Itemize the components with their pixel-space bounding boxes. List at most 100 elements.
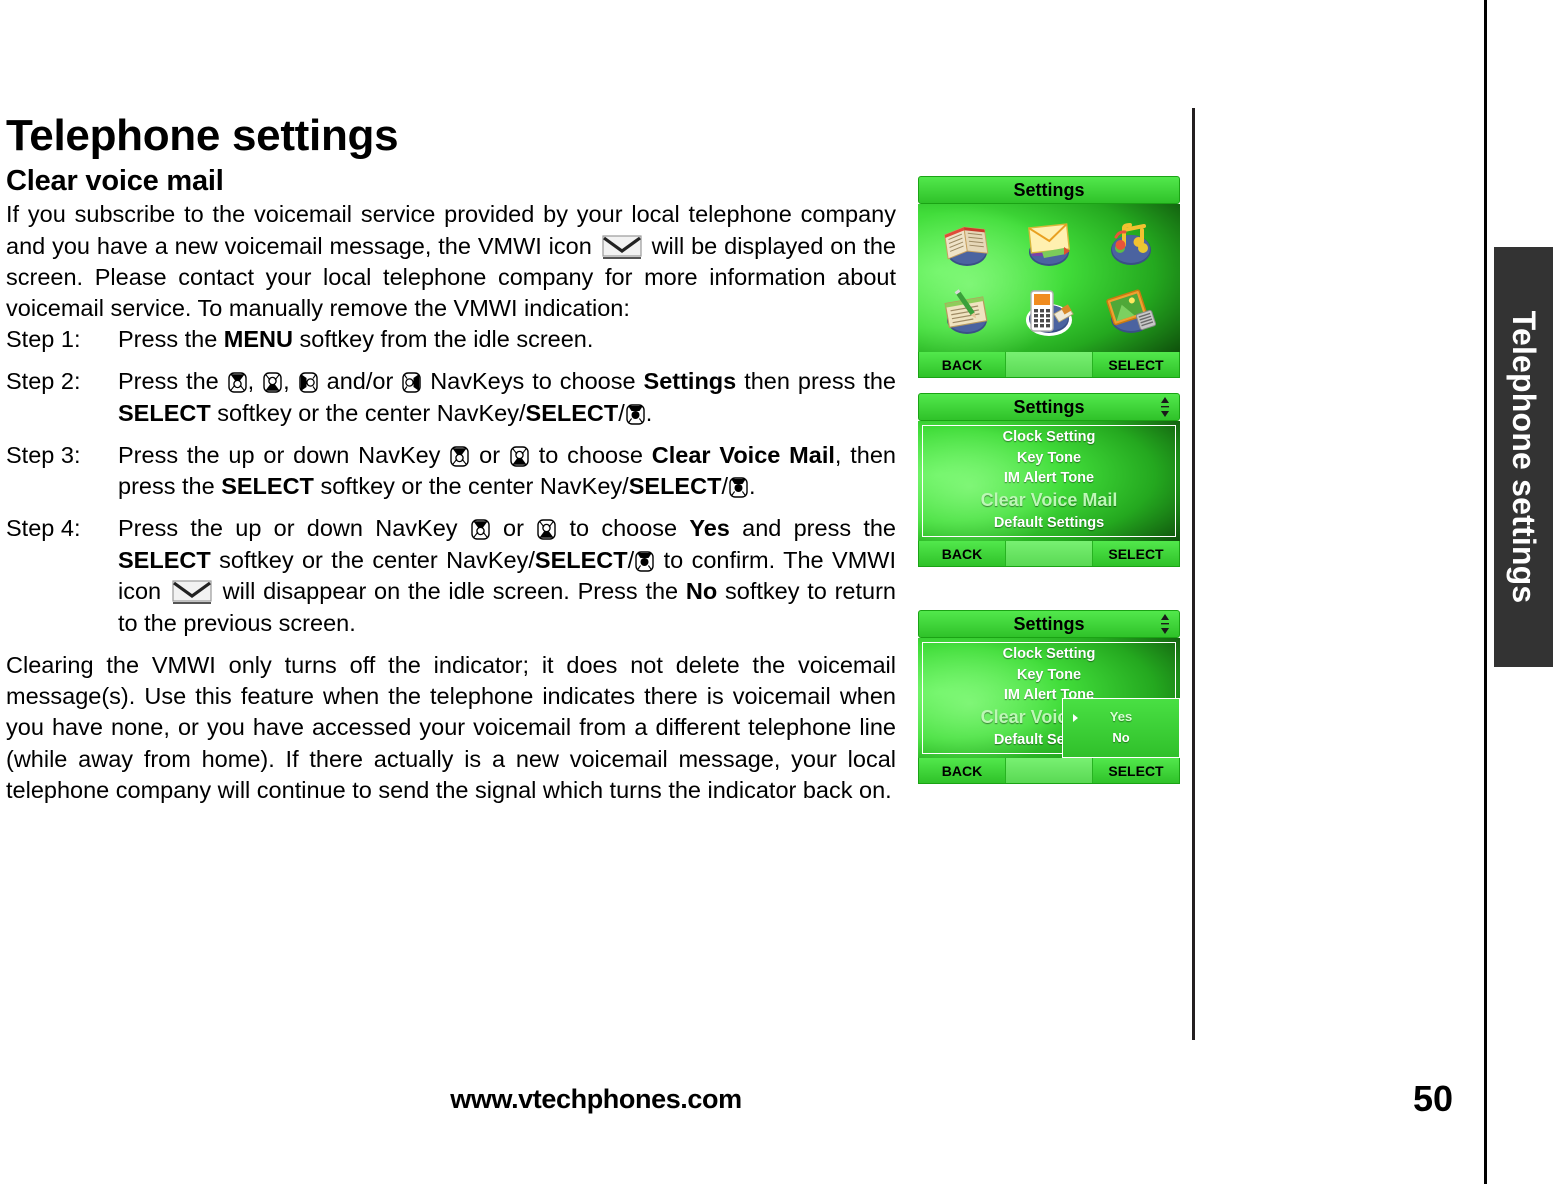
step3-bold-select-2: SELECT (628, 473, 722, 500)
step2-sep-1: , (247, 368, 263, 395)
menu-icon-ringtones[interactable] (1090, 210, 1172, 278)
closing-paragraph: Clearing the VMWI only turns off the ind… (6, 651, 896, 803)
step2-sep-2: , (283, 368, 298, 395)
softkey-back[interactable]: BACK (919, 352, 1005, 377)
list-item[interactable]: IM Alert Tone (1004, 469, 1094, 488)
step2-text-4: then press the (736, 368, 896, 395)
softkey-back[interactable]: BACK (919, 541, 1005, 566)
screen2-menu-list: Clock Setting Key Tone IM Alert Tone Cle… (922, 425, 1176, 537)
list-item[interactable]: Clock Setting (1003, 645, 1096, 664)
phone-screen-confirm-yes-no: Settings Clock Setting Key Tone IM Alert… (918, 610, 1180, 817)
step2-text-5: softkey or the center NavKey/ (210, 399, 526, 426)
step4-text-1: Press the up or down NavKey (118, 515, 470, 541)
step3-bold-clear-voice-mail: Clear Voice Mail (651, 441, 835, 468)
navkey-up-icon (450, 445, 469, 467)
screen2-body: Clock Setting Key Tone IM Alert Tone Cle… (918, 421, 1180, 541)
softkey-select[interactable]: SELECT (1093, 758, 1179, 783)
navkey-center-icon (729, 477, 748, 498)
footer-url: www.vtechphones.com (450, 1084, 742, 1114)
menu-icon-notepad[interactable] (926, 278, 1008, 346)
navkey-right-icon (402, 372, 421, 393)
softkey-back[interactable]: BACK (919, 758, 1005, 783)
steps-list: Step 1: Press the MENU softkey from the … (6, 324, 896, 639)
step2-text-2: and/or (318, 368, 402, 395)
column-divider-rule (1192, 108, 1195, 1040)
step4-bold-yes: Yes (689, 515, 730, 541)
step1-bold-menu: MENU (223, 326, 293, 353)
step-item: Step 1: Press the MENU softkey from the … (6, 324, 896, 356)
scroll-updown-icon (1160, 614, 1170, 634)
navkey-center-icon (626, 404, 645, 425)
screen2-softkeys: BACK SELECT (918, 541, 1180, 567)
side-tab-label: Telephone settings (1506, 310, 1543, 604)
step3-text-7: . (748, 473, 756, 500)
step-item: Step 3: Press the up or down NavKey or t… (6, 440, 896, 503)
page-border-right (1484, 0, 1487, 1184)
footer-page-number: 50 (1412, 1078, 1454, 1119)
menu-icon-settings-selected[interactable] (1008, 278, 1090, 346)
softkey-middle[interactable] (1005, 758, 1093, 783)
step2-text-7: . (645, 399, 653, 426)
step4-text-5: softkey or the center NavKey/ (210, 546, 535, 573)
step-body: Press the MENU softkey from the idle scr… (118, 324, 896, 356)
navkey-down-icon (263, 372, 282, 393)
step2-text-3: NavKeys to choose (422, 368, 644, 395)
step3-text-5: softkey or the center NavKey/ (313, 473, 629, 500)
step4-text-4: and press the (729, 515, 896, 541)
vmwi-envelope-icon (602, 235, 642, 260)
step-label: Step 4: (6, 515, 81, 541)
step3-text-2: or (470, 441, 509, 468)
step2-bold-select-2: SELECT (525, 399, 619, 426)
navkey-up-icon (227, 372, 247, 393)
list-item[interactable]: Clock Setting (1003, 428, 1096, 447)
softkey-middle[interactable] (1005, 352, 1093, 377)
scroll-updown-icon (1160, 397, 1170, 417)
navkey-down-icon (537, 519, 556, 540)
menu-icon-display[interactable] (1090, 278, 1172, 346)
list-item[interactable]: Key Tone (1017, 449, 1081, 468)
step3-text-1: Press the up or down NavKey (118, 441, 450, 468)
softkey-middle[interactable] (1005, 541, 1093, 566)
screen3-title-bar: Settings (918, 610, 1180, 638)
menu-icon-messages[interactable] (1008, 210, 1090, 278)
list-item[interactable]: Default Settings (994, 514, 1104, 533)
screen3-softkeys: BACK SELECT (918, 758, 1180, 784)
vmwi-envelope-icon (172, 580, 212, 605)
step1-text-2: softkey from the idle screen. (293, 326, 594, 353)
softkey-select[interactable]: SELECT (1093, 352, 1179, 377)
screen1-icon-grid (918, 204, 1180, 352)
navkey-down-icon (510, 445, 529, 467)
step-item: Step 2: Press the , , and/or NavKeys to … (6, 366, 896, 429)
step2-text-1: Press the (118, 368, 227, 395)
screen1-body (918, 204, 1180, 352)
list-item-selected[interactable]: Clear Voice Mail (981, 489, 1118, 513)
step-item: Step 4: Press the up or down NavKey or t… (6, 513, 896, 640)
step4-text-6: / (627, 546, 635, 573)
step2-bold-select-1: SELECT (118, 399, 211, 426)
step-body: Press the up or down NavKey or to choose… (118, 513, 896, 640)
step2-bold-settings: Settings (643, 368, 737, 395)
step-body: Press the , , and/or NavKeys to choose S… (118, 366, 896, 429)
step4-text-8: will disappear on the idle screen. Press… (214, 578, 686, 605)
step2-text-6: / (618, 399, 625, 426)
submenu-option-no[interactable]: No (1063, 728, 1179, 749)
list-item[interactable]: Key Tone (1017, 666, 1081, 685)
step4-bold-select-2: SELECT (534, 546, 628, 573)
navkey-center-icon (635, 551, 654, 572)
screen3-body: Clock Setting Key Tone IM Alert Tone Cle… (918, 638, 1180, 758)
step3-text-6: / (721, 473, 728, 500)
screen1-title-bar: Settings (918, 176, 1180, 204)
softkey-select[interactable]: SELECT (1093, 541, 1179, 566)
step-label: Step 3: (6, 441, 81, 468)
submenu-option-yes[interactable]: Yes (1063, 707, 1179, 728)
navkey-left-icon (298, 372, 318, 393)
step4-text-2: or (490, 515, 537, 541)
menu-icon-phonebook[interactable] (926, 210, 1008, 278)
phone-screen-settings-grid: Settings BACK SELECT (918, 176, 1180, 384)
yes-no-submenu: Yes No (1062, 698, 1180, 758)
screen3-title: Settings (1013, 613, 1085, 634)
screen2-title: Settings (1013, 396, 1085, 417)
step3-bold-select-1: SELECT (221, 473, 314, 500)
step1-text-1: Press the (118, 326, 224, 353)
page-title: Telephone settings (6, 111, 399, 160)
